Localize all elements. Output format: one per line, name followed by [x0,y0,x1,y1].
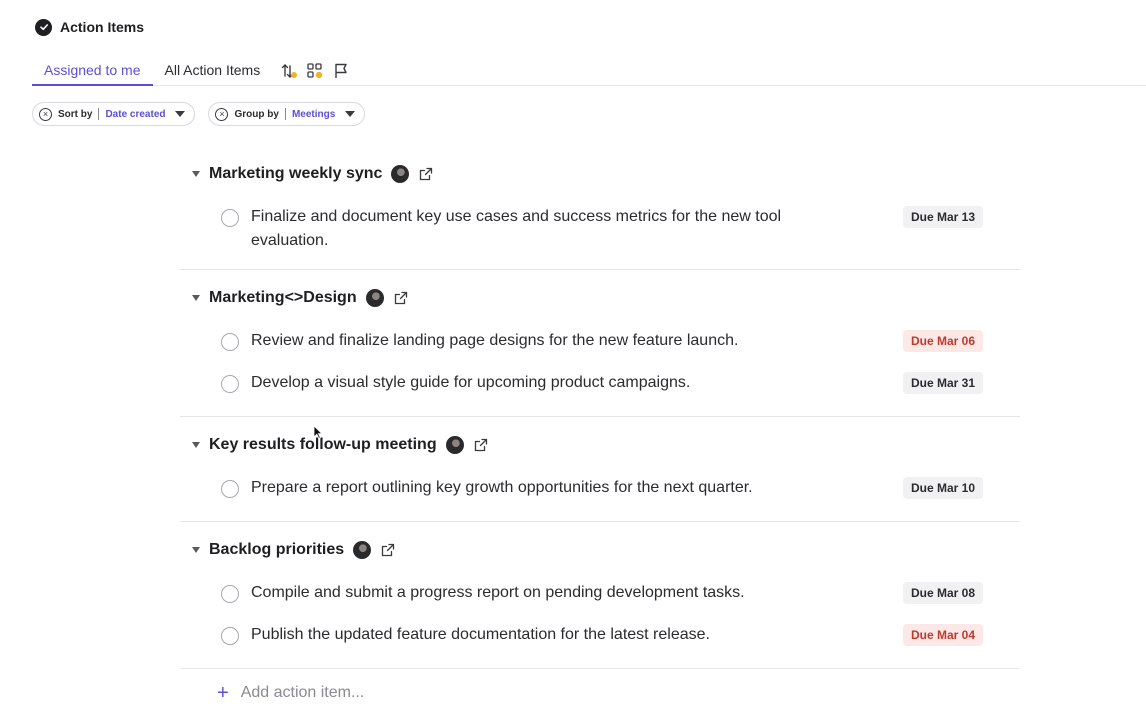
sort-icon[interactable] [278,60,300,82]
complete-checkbox[interactable] [221,375,239,393]
add-action-item-button[interactable]: + Add action item... [180,669,1020,717]
sort-by-chip[interactable]: × Sort by Date created [32,102,196,126]
item-text[interactable]: Publish the updated feature documentatio… [251,616,851,647]
item-text[interactable]: Finalize and document key use cases and … [251,198,851,253]
due-badge-overdue: Due Mar 04 [902,624,983,646]
external-link-icon[interactable] [380,542,396,558]
due-badge: Due Mar 08 [902,582,983,604]
check-circle-icon [35,18,52,36]
list-item: Compile and submit a progress report on … [180,574,1020,616]
group-header: Marketing<>Design [180,274,1020,322]
flag-icon[interactable] [330,60,352,82]
collapse-icon[interactable] [192,171,200,177]
group-header: Backlog priorities [180,526,1020,574]
collapse-icon[interactable] [192,295,200,301]
due-badge-overdue: Due Mar 06 [902,330,983,352]
grid-icon[interactable] [304,60,326,82]
external-link-icon[interactable] [393,290,409,306]
external-link-icon[interactable] [473,437,489,453]
meeting-group: Backlog priorities Compile and submit a … [180,526,1020,669]
group-title: Marketing weekly sync [209,165,383,182]
chevron-down-icon[interactable] [345,111,356,117]
group-title: Marketing<>Design [209,289,357,306]
meeting-group: Key results follow-up meeting Prepare a … [180,421,1020,522]
clear-group-icon[interactable]: × [215,107,229,121]
complete-checkbox[interactable] [221,209,239,227]
list-item: Develop a visual style guide for upcomin… [180,364,1020,406]
chip-divider [98,108,100,120]
complete-checkbox[interactable] [221,480,239,498]
filter-bar: × Sort by Date created × Group by Meetin… [32,102,366,126]
complete-checkbox[interactable] [221,627,239,645]
group-title: Backlog priorities [209,541,345,558]
list-item: Finalize and document key use cases and … [180,198,1020,253]
item-text[interactable]: Review and finalize landing page designs… [251,322,851,353]
group-by-label: Group by [234,108,279,120]
item-text[interactable]: Develop a visual style guide for upcomin… [251,364,851,395]
list-item: Review and finalize landing page designs… [180,322,1020,364]
avatar [445,436,464,454]
chip-divider [284,108,286,120]
external-link-icon[interactable] [418,166,434,182]
avatar [391,165,410,183]
meeting-group: Marketing<>Design Review and finalize la… [180,274,1020,417]
complete-checkbox[interactable] [221,333,239,351]
page-title: Action Items [60,19,145,35]
action-items-list: Marketing weekly sync Finalize and docum… [180,150,1020,717]
tab-all-action-items[interactable]: All Action Items [153,56,273,86]
group-header: Key results follow-up meeting [180,421,1020,469]
add-action-item-label: Add action item... [240,684,365,701]
sort-by-value: Date created [105,108,166,120]
collapse-icon[interactable] [192,442,200,448]
collapse-icon[interactable] [192,547,200,553]
due-badge: Due Mar 13 [902,206,983,228]
clear-sort-icon[interactable]: × [39,107,52,121]
group-by-chip[interactable]: × Group by Meetings [208,102,366,126]
sort-by-label: Sort by [58,108,93,120]
item-text[interactable]: Prepare a report outlining key growth op… [251,469,851,500]
meeting-group: Marketing weekly sync Finalize and docum… [180,150,1020,270]
tab-toolbar [278,56,352,82]
tab-bar: Assigned to me All Action Items [32,56,1146,86]
due-badge: Due Mar 10 [902,477,983,499]
group-header: Marketing weekly sync [180,150,1020,198]
avatar [365,289,384,307]
complete-checkbox[interactable] [221,585,239,603]
list-item: Prepare a report outlining key growth op… [180,469,1020,511]
item-text[interactable]: Compile and submit a progress report on … [251,574,851,605]
plus-icon: + [217,682,229,704]
list-item: Publish the updated feature documentatio… [180,616,1020,658]
chevron-down-icon[interactable] [175,111,186,117]
avatar [353,541,372,559]
page-header: Action Items [35,17,144,37]
mouse-cursor-icon [313,425,323,439]
group-by-value: Meetings [291,108,336,120]
tab-assigned-to-me[interactable]: Assigned to me [32,56,153,86]
due-badge: Due Mar 31 [902,372,983,394]
